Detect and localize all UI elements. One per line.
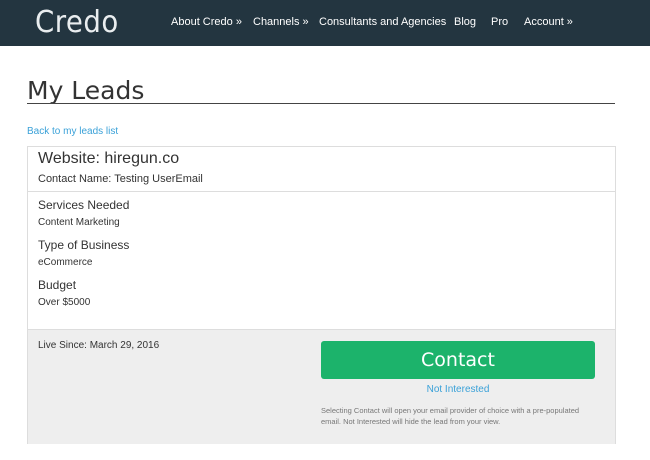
nav-item-about-credo[interactable]: About Credo » xyxy=(171,16,242,28)
lead-website: Website: hiregun.co xyxy=(38,150,180,167)
lead-card: Website: hiregun.co Contact Name: Testin… xyxy=(27,146,616,444)
credo-logo[interactable]: Credo xyxy=(35,5,119,40)
services-needed-value: Content Marketing xyxy=(38,217,120,228)
contact-button[interactable]: Contact xyxy=(321,341,595,379)
business-type-value: eCommerce xyxy=(38,257,93,268)
not-interested-link[interactable]: Not Interested xyxy=(321,384,595,395)
title-divider xyxy=(27,103,615,104)
live-since-date: Live Since: March 29, 2016 xyxy=(38,340,160,351)
services-needed-label: Services Needed xyxy=(38,198,130,212)
lead-contact-name: Contact Name: Testing UserEmail xyxy=(38,173,203,185)
nav-item-blog[interactable]: Blog xyxy=(454,16,476,28)
nav-item-account[interactable]: Account » xyxy=(524,16,573,28)
budget-value: Over $5000 xyxy=(38,297,91,308)
budget-label: Budget xyxy=(38,278,77,292)
action-help-text: Selecting Contact will open your email p… xyxy=(321,406,580,426)
nav-item-consultants-agencies[interactable]: Consultants and Agencies xyxy=(319,16,446,28)
back-to-leads-link[interactable]: Back to my leads list xyxy=(27,126,118,137)
business-type-label: Type of Business xyxy=(38,238,130,252)
nav-item-channels[interactable]: Channels » xyxy=(253,16,309,28)
top-navbar: Credo About Credo » Channels » Consultan… xyxy=(0,0,650,46)
nav-item-pro[interactable]: Pro xyxy=(491,16,508,28)
lead-card-header: Website: hiregun.co Contact Name: Testin… xyxy=(28,147,615,192)
page-title: My Leads xyxy=(27,76,145,105)
lead-card-footer: Live Since: March 29, 2016 Contact Not I… xyxy=(28,329,615,444)
